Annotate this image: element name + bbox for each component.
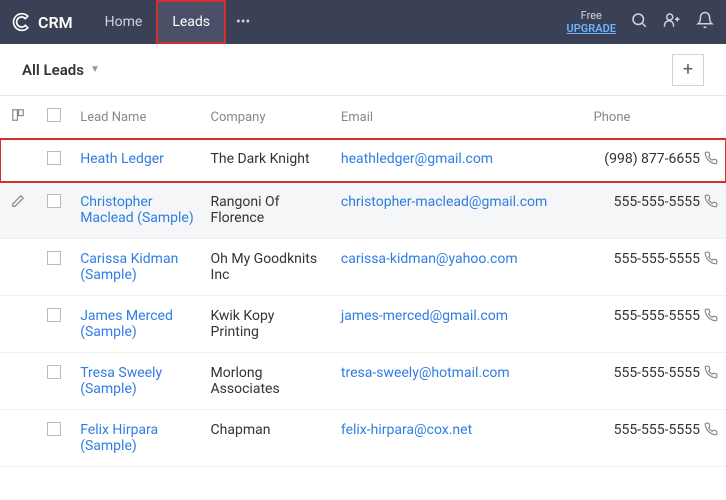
phone-text: 555-555-5555: [614, 422, 700, 438]
brand-text: CRM: [38, 13, 73, 32]
col-header-phone[interactable]: Phone: [586, 96, 726, 139]
email-link[interactable]: christopher-maclead@gmail.com: [341, 194, 547, 210]
lead-name-link[interactable]: James Merced (Sample): [80, 308, 173, 340]
leads-table: Lead Name Company Email Phone Heath Ledg…: [0, 96, 726, 467]
row-checkbox[interactable]: [47, 151, 61, 165]
table-row[interactable]: Christopher Maclead (Sample) Rangoni Of F…: [0, 182, 726, 239]
phone-text: 555-555-5555: [614, 251, 700, 267]
phone-icon[interactable]: [704, 151, 718, 169]
email-link[interactable]: carissa-kidman@yahoo.com: [341, 251, 518, 267]
logo[interactable]: CRM: [12, 12, 73, 32]
lead-name-link[interactable]: Carissa Kidman (Sample): [80, 251, 178, 283]
email-link[interactable]: tresa-sweely@hotmail.com: [341, 365, 510, 381]
company-cell: Oh My Goodknits Inc: [203, 239, 333, 296]
edit-row-icon[interactable]: [11, 196, 25, 212]
nav-more[interactable]: •••: [226, 0, 260, 44]
email-link[interactable]: felix-hirpara@cox.net: [341, 422, 472, 438]
phone-icon[interactable]: [704, 422, 718, 440]
view-selector-label[interactable]: All Leads: [22, 61, 84, 79]
table-row[interactable]: Carissa Kidman (Sample) Oh My Goodknits I…: [0, 239, 726, 296]
add-lead-button[interactable]: +: [672, 54, 704, 86]
crm-logo-icon: [12, 12, 32, 32]
email-link[interactable]: heathledger@gmail.com: [341, 151, 493, 167]
notifications-icon[interactable]: [696, 11, 714, 33]
lead-name-link[interactable]: Felix Hirpara (Sample): [80, 422, 158, 454]
phone-icon[interactable]: [704, 251, 718, 269]
chevron-down-icon[interactable]: ▼: [90, 64, 100, 75]
phone-icon[interactable]: [704, 308, 718, 326]
top-icons: [630, 11, 714, 33]
col-header-company[interactable]: Company: [203, 96, 333, 139]
row-checkbox[interactable]: [47, 194, 61, 208]
select-all-checkbox[interactable]: [47, 108, 61, 122]
phone-text: 555-555-5555: [614, 308, 700, 324]
topbar: CRM Home Leads ••• Free UPGRADE: [0, 0, 726, 44]
company-cell: Rangoni Of Florence: [203, 182, 333, 239]
row-checkbox[interactable]: [47, 365, 61, 379]
layout-toggle-icon[interactable]: [10, 111, 26, 126]
company-cell: Kwik Kopy Printing: [203, 296, 333, 353]
table-row[interactable]: James Merced (Sample) Kwik Kopy Printing j…: [0, 296, 726, 353]
company-cell: Morlong Associates: [203, 353, 333, 410]
col-header-name[interactable]: Lead Name: [72, 96, 202, 139]
table-row[interactable]: Tresa Sweely (Sample) Morlong Associates t…: [0, 353, 726, 410]
subheader: All Leads ▼ +: [0, 44, 726, 96]
lead-name-link[interactable]: Heath Ledger: [80, 151, 164, 167]
upgrade-link[interactable]: UPGRADE: [567, 22, 616, 35]
row-checkbox[interactable]: [47, 422, 61, 436]
row-checkbox[interactable]: [47, 308, 61, 322]
row-checkbox[interactable]: [47, 251, 61, 265]
phone-text: 555-555-5555: [614, 194, 700, 210]
col-header-email[interactable]: Email: [333, 96, 586, 139]
main-nav: Home Leads •••: [91, 0, 261, 44]
table-row[interactable]: Felix Hirpara (Sample) Chapman felix-hirpa…: [0, 410, 726, 467]
lead-name-link[interactable]: Tresa Sweely (Sample): [80, 365, 162, 397]
phone-text: (998) 877-6655: [604, 151, 700, 167]
phone-icon[interactable]: [704, 365, 718, 383]
phone-text: 555-555-5555: [614, 365, 700, 381]
lead-name-link[interactable]: Christopher Maclead (Sample): [80, 194, 194, 226]
leads-table-wrap: Lead Name Company Email Phone Heath Ledg…: [0, 96, 726, 500]
invite-users-icon[interactable]: [662, 11, 682, 33]
upgrade-block[interactable]: Free UPGRADE: [567, 9, 616, 35]
company-cell: Chapman: [203, 410, 333, 467]
upgrade-free-label: Free: [567, 9, 616, 22]
table-row[interactable]: Heath Ledger The Dark Knight heathledger@g…: [0, 139, 726, 182]
search-icon[interactable]: [630, 11, 648, 33]
nav-home[interactable]: Home: [91, 0, 157, 44]
company-cell: The Dark Knight: [203, 139, 333, 182]
email-link[interactable]: james-merced@gmail.com: [341, 308, 508, 324]
phone-icon[interactable]: [704, 194, 718, 212]
nav-leads[interactable]: Leads: [156, 0, 226, 44]
